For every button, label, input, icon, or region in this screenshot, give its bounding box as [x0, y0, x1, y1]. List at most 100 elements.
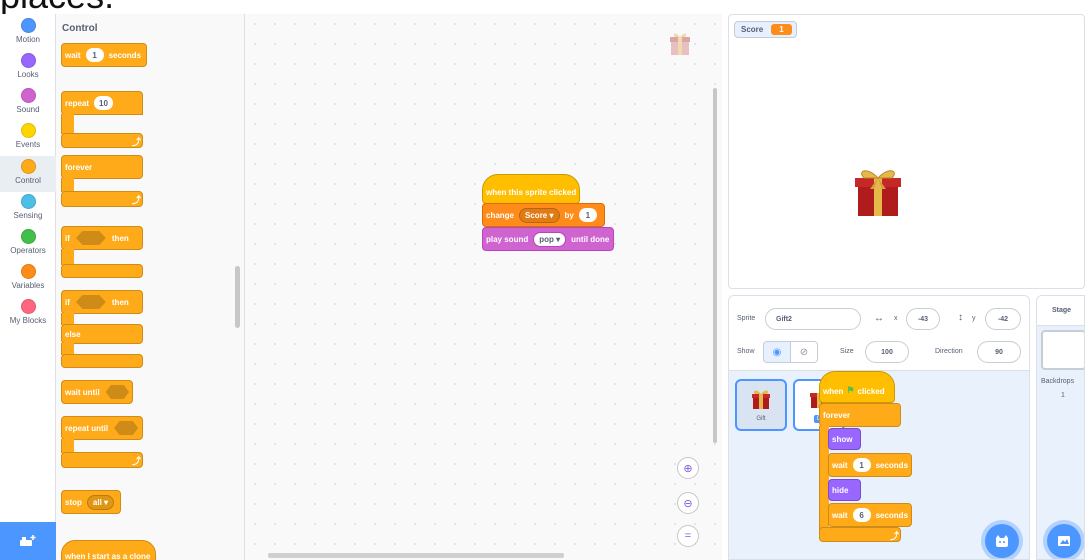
x-position-input[interactable]: -43 — [906, 308, 940, 330]
stage-pane-title: Stage — [1037, 296, 1084, 326]
variable-dropdown[interactable]: Score ▾ — [519, 207, 560, 223]
forever-loop-foot: ⤴ — [819, 527, 901, 542]
repeat-until-block[interactable]: repeat until — [61, 416, 143, 440]
repeat-count-input[interactable]: 10 — [94, 96, 113, 110]
repeat-block[interactable]: repeat 10 — [61, 91, 143, 115]
zoom-out-icon: ⊖ — [683, 497, 693, 510]
backdrops-label: Backdrops — [1041, 378, 1075, 385]
stage-target-pane[interactable]: Stage Backdrops 1 — [1036, 295, 1085, 560]
when-sprite-clicked-hat[interactable]: when this sprite clicked — [482, 174, 580, 204]
sprite-tile-gift[interactable]: Gift — [735, 379, 787, 431]
backdrops-count: 1 — [1061, 392, 1065, 399]
show-block[interactable]: show — [828, 428, 861, 450]
loop-arrow-icon: ⤴ — [132, 137, 142, 147]
zoom-in-button[interactable]: ⊕ — [677, 457, 699, 479]
gift-thumbnail-icon — [752, 390, 770, 409]
category-operators[interactable]: Operators — [0, 229, 56, 263]
if-else-foot — [61, 354, 143, 368]
cat-add-icon — [996, 535, 1008, 547]
show-hidden-toggle[interactable]: ⊘ — [790, 341, 818, 363]
if-else-block[interactable]: if then — [61, 290, 143, 314]
change-amount-input[interactable]: 1 — [578, 208, 597, 222]
hide-block[interactable]: hide — [828, 479, 861, 501]
repeat-until-side — [61, 439, 74, 453]
zoom-reset-button[interactable]: = — [677, 525, 699, 547]
if-block-side — [61, 249, 74, 265]
if-then-block[interactable]: if then — [61, 226, 143, 250]
wait-6-input[interactable]: 6 — [852, 508, 871, 522]
repeat-block-foot: ⤴ — [61, 133, 143, 148]
category-sound[interactable]: Sound — [0, 88, 56, 122]
x-arrows-icon: ↔ — [874, 313, 884, 324]
stop-block[interactable]: stop all ▾ — [61, 490, 121, 514]
category-looks[interactable]: Looks — [0, 53, 56, 87]
stage[interactable]: Score 1 — [728, 14, 1085, 289]
wait-6-seconds-block[interactable]: wait 6 seconds — [828, 503, 912, 527]
wait-1-input[interactable]: 1 — [852, 458, 871, 472]
extension-icon — [20, 535, 36, 546]
condition-slot[interactable] — [75, 231, 106, 245]
if-block-foot — [61, 264, 143, 278]
green-flag-icon: ⚑ — [846, 385, 855, 395]
overlay-text-fragment: places. — [0, 0, 114, 14]
sound-dropdown[interactable]: pop ▾ — [533, 231, 567, 247]
category-motion[interactable]: Motion — [0, 18, 56, 52]
condition-slot[interactable] — [114, 421, 139, 435]
scratch-editor: places. Motion Looks Sound Events Contro… — [0, 0, 1085, 560]
palette-scrollbar[interactable] — [235, 266, 240, 328]
wait-1-seconds-block[interactable]: wait 1 seconds — [828, 453, 912, 477]
gift-sprite-icon[interactable] — [850, 165, 906, 217]
category-my-blocks[interactable]: My Blocks — [0, 299, 56, 333]
code-vertical-scrollbar[interactable] — [713, 88, 717, 443]
forever-block-side — [61, 178, 74, 192]
wait-until-block[interactable]: wait until — [61, 380, 133, 404]
category-variables[interactable]: Variables — [0, 264, 56, 298]
block-palette: Control wait 1 seconds repeat 10 ⤴ forev… — [56, 14, 245, 560]
sprite-info: Sprite Gift2 ↔ x -43 ↕ y -42 Show ◉ ⊘ Si… — [729, 296, 1029, 371]
size-input[interactable]: 100 — [865, 341, 909, 363]
condition-slot[interactable] — [105, 385, 129, 399]
change-variable-block[interactable]: change Score ▾ by 1 — [482, 203, 605, 227]
sprite-pane: Sprite Gift2 ↔ x -43 ↕ y -42 Show ◉ ⊘ Si… — [728, 295, 1030, 560]
y-position-input[interactable]: -42 — [985, 308, 1021, 330]
score-monitor-value: 1 — [771, 24, 792, 35]
repeat-block-side — [61, 114, 74, 134]
looks-dot-icon — [20, 53, 36, 68]
code-horizontal-scrollbar[interactable] — [268, 553, 564, 558]
wait-seconds-input[interactable]: 1 — [85, 48, 104, 62]
choose-backdrop-button[interactable] — [1047, 524, 1081, 558]
choose-sprite-button[interactable] — [985, 524, 1019, 558]
events-dot-icon — [20, 123, 36, 138]
sprite-watermark-gift-icon — [670, 33, 690, 55]
zoom-reset-icon: = — [684, 530, 692, 542]
loop-arrow-icon: ⤴ — [890, 531, 900, 541]
zoom-in-icon: ⊕ — [683, 462, 693, 475]
forever-loop-block[interactable]: forever — [819, 403, 901, 427]
forever-block[interactable]: forever — [61, 155, 143, 179]
stop-option-dropdown[interactable]: all ▾ — [86, 494, 115, 510]
forever-block-foot: ⤴ — [61, 191, 143, 207]
sensing-dot-icon — [20, 194, 36, 209]
palette-title: Control — [62, 23, 98, 34]
operators-dot-icon — [20, 229, 36, 244]
play-sound-until-done-block[interactable]: play sound pop ▾ until done — [482, 227, 614, 251]
loop-arrow-icon: ⤴ — [132, 195, 142, 205]
y-arrows-icon: ↕ — [958, 312, 963, 323]
show-visible-toggle[interactable]: ◉ — [763, 341, 791, 363]
stage-thumbnail[interactable] — [1041, 330, 1084, 370]
sprite-name-input[interactable]: Gift2 — [765, 308, 861, 330]
sound-dot-icon — [20, 88, 36, 103]
zoom-out-button[interactable]: ⊖ — [677, 492, 699, 514]
when-flag-clicked-hat[interactable]: when ⚑ clicked — [819, 371, 895, 403]
category-events[interactable]: Events — [0, 123, 56, 157]
clone-hat-block[interactable]: when I start as a clone — [61, 540, 156, 560]
condition-slot[interactable] — [75, 295, 106, 309]
category-control[interactable]: Control — [0, 156, 56, 192]
wait-seconds-block[interactable]: wait 1 seconds — [61, 43, 147, 67]
direction-input[interactable]: 90 — [977, 341, 1021, 363]
category-sensing[interactable]: Sensing — [0, 194, 56, 228]
add-extension-button[interactable] — [0, 522, 56, 560]
code-area[interactable]: when this sprite clicked change Score ▾ … — [245, 14, 722, 560]
motion-dot-icon — [20, 18, 36, 33]
else-arm: else — [61, 324, 143, 344]
